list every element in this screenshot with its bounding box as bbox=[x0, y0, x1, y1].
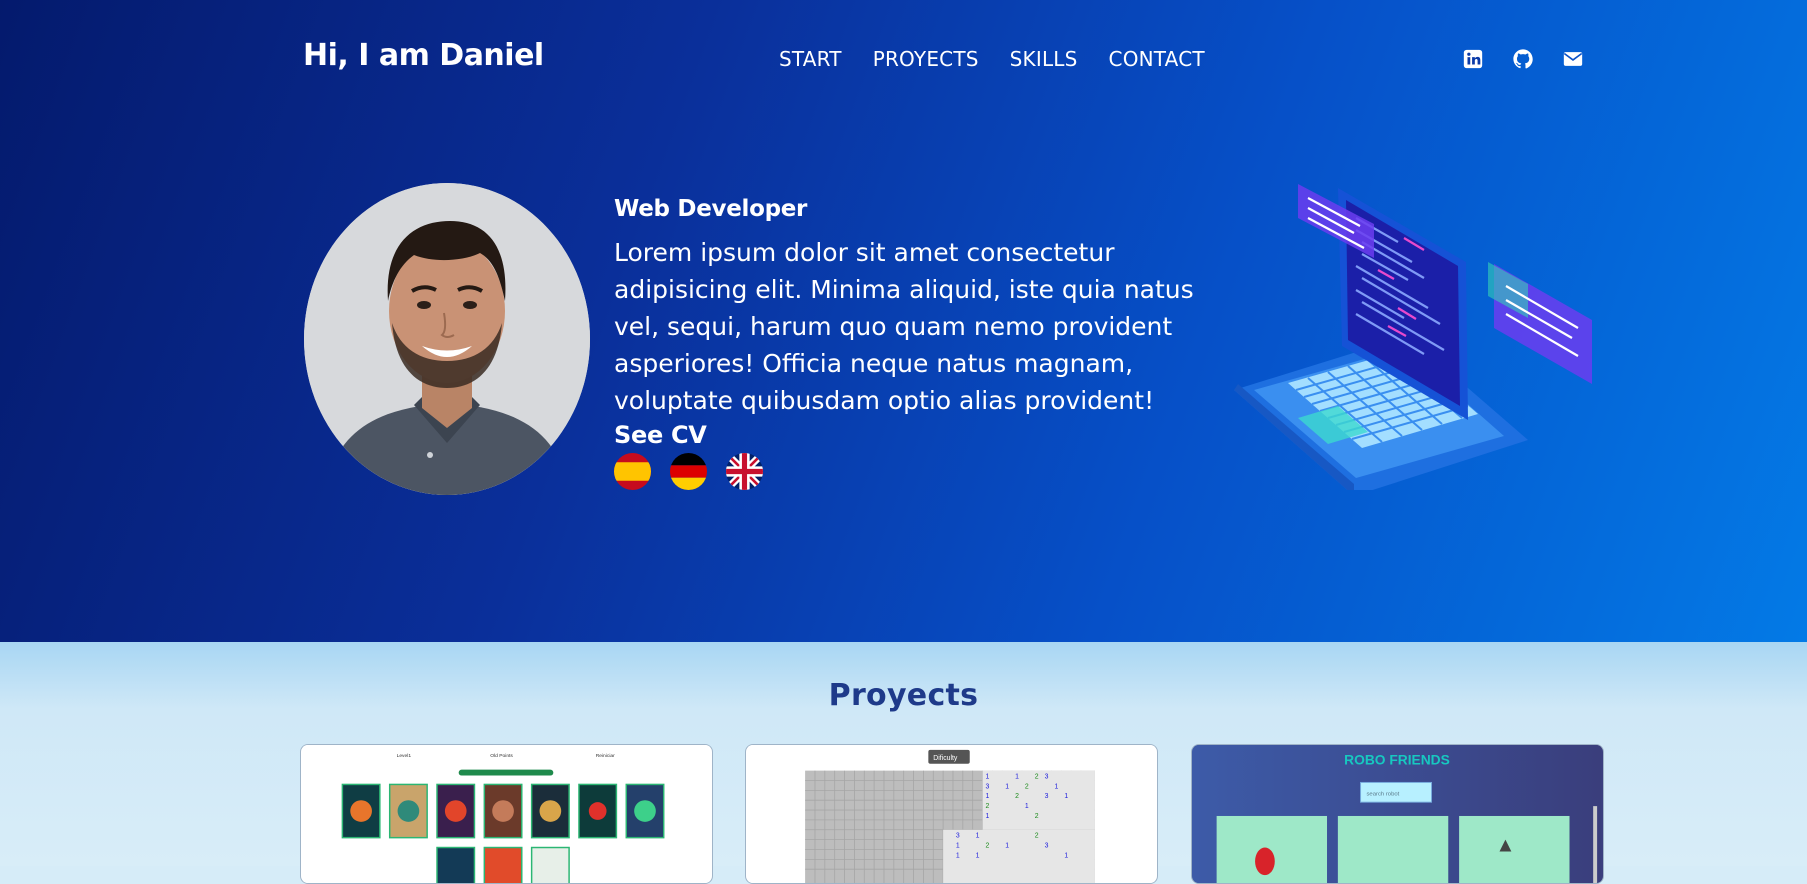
project-card-minesweeper[interactable]: Dificulty 11 23 31 21 12 31 21 12 31 21 … bbox=[745, 744, 1158, 884]
menu-item-skills[interactable]: SKILLS bbox=[1010, 47, 1078, 71]
intro-block: Web Developer Lorem ipsum dolor sit amet… bbox=[614, 196, 1224, 490]
svg-text:1: 1 bbox=[1064, 793, 1068, 800]
project-card-robofriends[interactable]: ROBO FRIENDS search robot bbox=[1191, 744, 1604, 884]
svg-text:3: 3 bbox=[1045, 793, 1049, 800]
profile-photo bbox=[304, 183, 590, 495]
menu-item-contact[interactable]: CONTACT bbox=[1109, 47, 1205, 71]
brand-title[interactable]: Hi, I am Daniel bbox=[303, 38, 544, 73]
bio-paragraph: Lorem ipsum dolor sit amet consectetur a… bbox=[614, 238, 1194, 415]
svg-text:1: 1 bbox=[956, 852, 960, 859]
main-menu: START PROYECTS SKILLS CONTACT bbox=[779, 47, 1205, 71]
memory-level-label: Level1 bbox=[397, 753, 412, 759]
svg-text:1: 1 bbox=[976, 833, 980, 840]
menu-item-start[interactable]: START bbox=[779, 47, 842, 71]
role-heading: Web Developer bbox=[614, 196, 808, 222]
svg-text:1: 1 bbox=[986, 793, 990, 800]
projects-section: Proyects Level1 Old Points Reiniciar Dif… bbox=[0, 642, 1807, 884]
svg-text:2: 2 bbox=[1025, 783, 1029, 790]
robofriends-title: ROBO FRIENDS bbox=[1344, 753, 1450, 768]
svg-text:3: 3 bbox=[1045, 774, 1049, 781]
svg-text:1: 1 bbox=[1005, 843, 1009, 850]
project-card-memory-game[interactable]: Level1 Old Points Reiniciar bbox=[300, 744, 713, 884]
see-cv-heading: See CV bbox=[614, 421, 707, 449]
svg-text:1: 1 bbox=[1005, 783, 1009, 790]
svg-text:2: 2 bbox=[1035, 813, 1039, 820]
germany-flag-icon[interactable] bbox=[670, 453, 707, 490]
memory-points-label: Old Points bbox=[490, 753, 513, 759]
spain-flag-icon[interactable] bbox=[614, 453, 651, 490]
top-navbar: Hi, I am Daniel START PROYECTS SKILLS CO… bbox=[0, 0, 1807, 120]
svg-text:1: 1 bbox=[1015, 774, 1019, 781]
svg-text:1: 1 bbox=[956, 843, 960, 850]
svg-text:2: 2 bbox=[986, 843, 990, 850]
hero-section: Hi, I am Daniel START PROYECTS SKILLS CO… bbox=[0, 0, 1807, 642]
uk-flag-icon[interactable] bbox=[726, 453, 763, 490]
svg-text:2: 2 bbox=[1035, 833, 1039, 840]
github-icon[interactable] bbox=[1512, 48, 1534, 70]
cv-language-links bbox=[614, 453, 1224, 490]
social-links bbox=[1462, 48, 1584, 70]
svg-text:1: 1 bbox=[986, 813, 990, 820]
menu-item-proyects[interactable]: PROYECTS bbox=[873, 47, 979, 71]
linkedin-icon[interactable] bbox=[1462, 48, 1484, 70]
svg-text:2: 2 bbox=[1035, 774, 1039, 781]
svg-text:3: 3 bbox=[986, 783, 990, 790]
envelope-icon[interactable] bbox=[1562, 48, 1584, 70]
svg-text:1: 1 bbox=[1055, 783, 1059, 790]
laptop-illustration bbox=[1228, 178, 1598, 490]
svg-text:1: 1 bbox=[1064, 852, 1068, 859]
svg-text:1: 1 bbox=[976, 852, 980, 859]
projects-title: Proyects bbox=[828, 678, 979, 713]
svg-text:1: 1 bbox=[986, 774, 990, 781]
svg-text:1: 1 bbox=[1025, 803, 1029, 810]
svg-text:3: 3 bbox=[956, 833, 960, 840]
memory-reset-label: Reiniciar bbox=[596, 753, 615, 759]
svg-text:2: 2 bbox=[1015, 793, 1019, 800]
svg-text:2: 2 bbox=[986, 803, 990, 810]
svg-text:3: 3 bbox=[1045, 843, 1049, 850]
robofriends-search-placeholder: search robot bbox=[1366, 791, 1399, 797]
minesweeper-difficulty-label: Dificulty bbox=[933, 755, 958, 762]
